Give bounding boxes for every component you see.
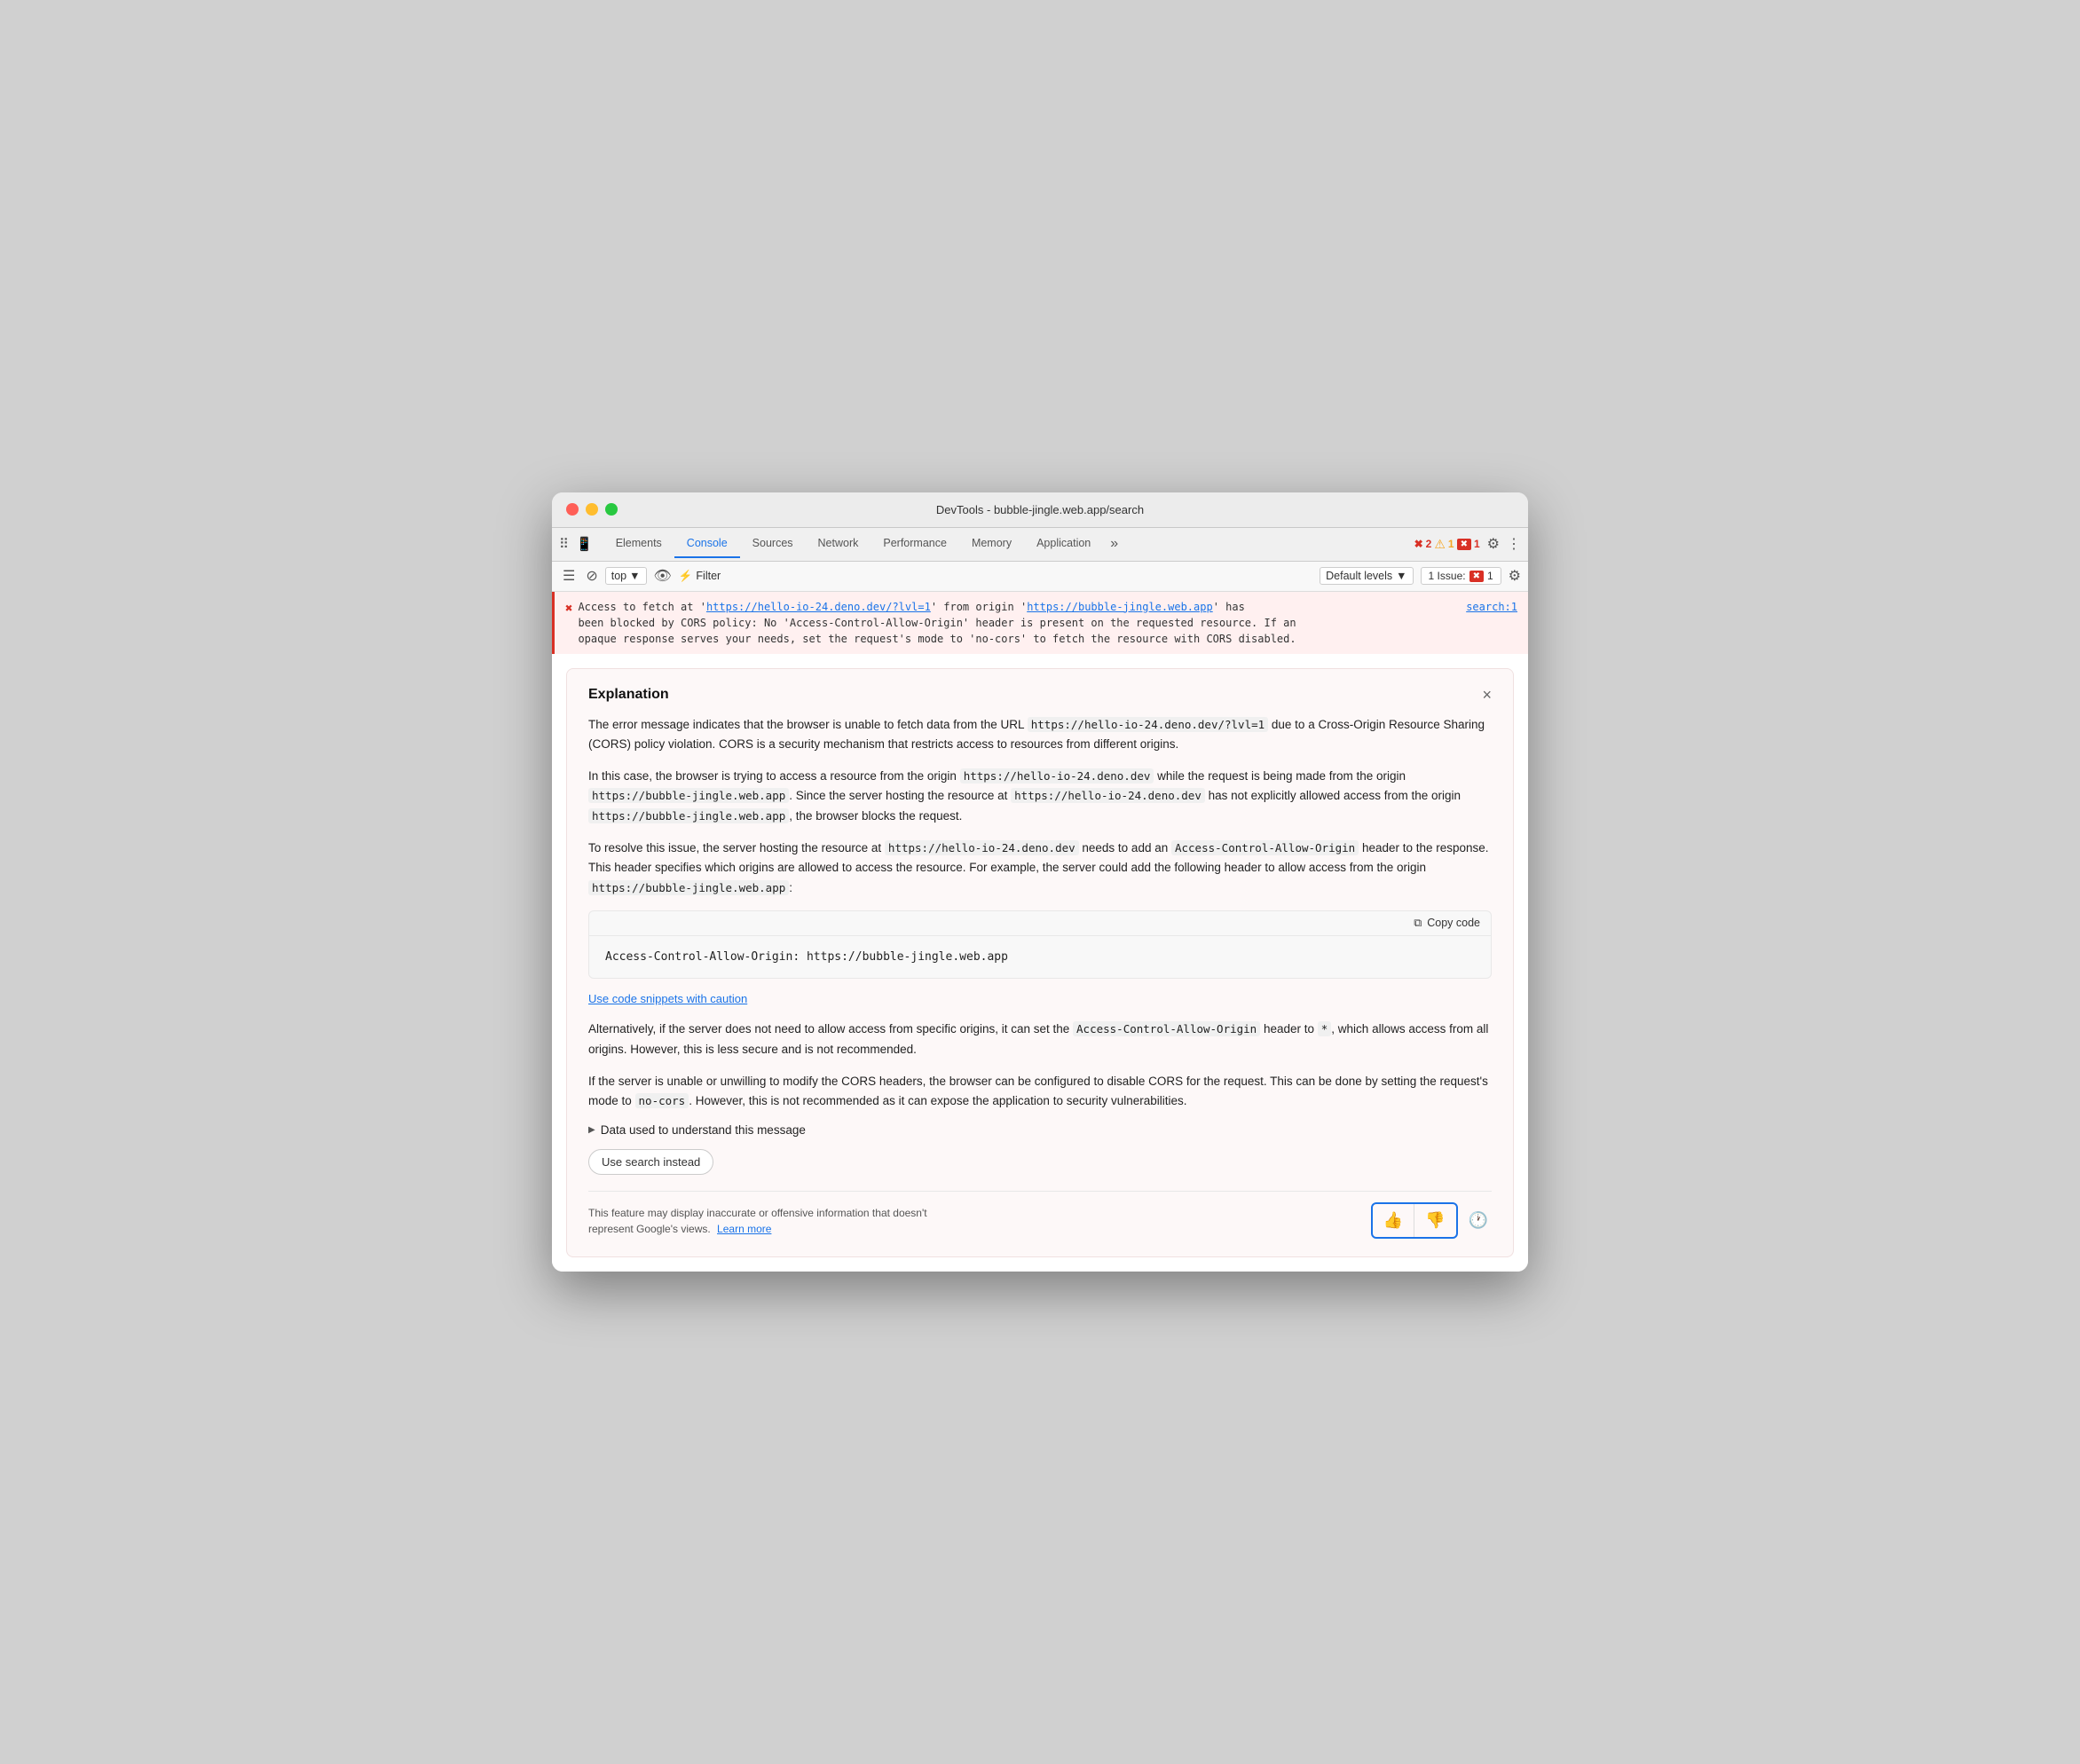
tab-sources[interactable]: Sources xyxy=(740,530,806,558)
explanation-title: Explanation xyxy=(588,687,669,703)
use-search-button[interactable]: Use search instead xyxy=(588,1149,713,1175)
info-icon: 🕐 xyxy=(1469,1211,1488,1229)
tab-elements[interactable]: Elements xyxy=(603,530,674,558)
explanation-para-2: In this case, the browser is trying to a… xyxy=(588,767,1492,826)
tab-network[interactable]: Network xyxy=(806,530,871,558)
window-controls xyxy=(566,503,618,516)
context-dropdown-icon: ▼ xyxy=(629,570,640,582)
explanation-footer: This feature may display inaccurate or o… xyxy=(588,1191,1492,1239)
copy-code-button[interactable]: ⧉ Copy code xyxy=(1414,917,1480,930)
log-levels-dropdown-icon: ▼ xyxy=(1396,570,1406,582)
explanation-para-5: If the server is unable or unwilling to … xyxy=(588,1072,1492,1112)
thumbs-down-icon: 👎 xyxy=(1425,1211,1445,1230)
info-button[interactable]: 🕐 xyxy=(1465,1208,1492,1233)
more-options-icon[interactable]: ⋮ xyxy=(1507,535,1521,553)
warning-count: 1 xyxy=(1448,538,1454,550)
code-content: Access-Control-Allow-Origin: https://bub… xyxy=(605,949,1475,966)
error-source-link[interactable]: search:1 xyxy=(1466,599,1517,615)
error-count: 2 xyxy=(1426,538,1432,550)
explanation-header: Explanation × xyxy=(588,687,1492,703)
error-text-line3: opaque response serves your needs, set t… xyxy=(578,633,1296,645)
maximize-window-button[interactable] xyxy=(605,503,618,516)
warning-icon: ⚠ xyxy=(1434,537,1446,552)
tab-console[interactable]: Console xyxy=(674,530,740,558)
log-levels-selector[interactable]: Default levels ▼ xyxy=(1320,567,1413,585)
tab-memory[interactable]: Memory xyxy=(959,530,1024,558)
devtools-icon-group: ⠿ 📱 xyxy=(559,536,593,552)
copy-icon: ⧉ xyxy=(1414,917,1422,930)
explanation-para-3: To resolve this issue, the server hostin… xyxy=(588,839,1492,898)
context-selector[interactable]: top ▼ xyxy=(605,567,647,585)
title-bar: DevTools - bubble-jingle.web.app/search xyxy=(552,492,1528,528)
error-text-part3: ' has xyxy=(1213,601,1245,613)
explanation-close-button[interactable]: × xyxy=(1482,687,1492,703)
issue-count-label: 1 xyxy=(1487,570,1493,582)
thumbs-down-button[interactable]: 👎 xyxy=(1414,1204,1455,1237)
error-text-part2: ' from origin ' xyxy=(931,601,1027,613)
code-block-body: Access-Control-Allow-Origin: https://bub… xyxy=(589,936,1491,979)
live-expressions-button[interactable]: 👁 xyxy=(654,567,672,585)
inspect-icon[interactable]: ⠿ xyxy=(559,536,569,552)
explanation-panel: Explanation × The error message indicate… xyxy=(566,668,1514,1258)
thumbs-up-button[interactable]: 👍 xyxy=(1373,1204,1414,1237)
caution-link[interactable]: Use code snippets with caution xyxy=(588,992,747,1005)
footer-actions: 👍 👎 🕐 xyxy=(1371,1202,1492,1239)
issue-label: 1 Issue: xyxy=(1429,570,1466,582)
window-title: DevTools - bubble-jingle.web.app/search xyxy=(936,503,1144,516)
device-toolbar-icon[interactable]: 📱 xyxy=(576,536,593,552)
tab-performance[interactable]: Performance xyxy=(871,530,959,558)
issue-icon: ✖ xyxy=(1469,571,1484,582)
error-origin-link[interactable]: https://bubble-jingle.web.app xyxy=(1027,601,1213,613)
data-used-toggle[interactable]: ▶ Data used to understand this message xyxy=(588,1123,1492,1137)
issue-badge-icon: ✖ xyxy=(1457,539,1471,550)
console-content: ✖ Access to fetch at 'https://hello-io-2… xyxy=(552,592,1528,1272)
error-text-line2: been blocked by CORS policy: No 'Access-… xyxy=(578,617,1296,629)
filter-label: Filter xyxy=(696,570,721,582)
feedback-buttons: 👍 👎 xyxy=(1371,1202,1458,1239)
context-label: top xyxy=(611,570,626,582)
copy-code-label: Copy code xyxy=(1427,917,1480,929)
console-toolbar: ☰ ⊘ top ▼ 👁 ⚡ Filter Default levels ▼ 1 … xyxy=(552,562,1528,592)
code-block-header: ⧉ Copy code xyxy=(589,911,1491,936)
console-sidebar-button[interactable]: ☰ xyxy=(559,565,579,587)
data-used-triangle-icon: ▶ xyxy=(588,1125,595,1135)
devtools-window: DevTools - bubble-jingle.web.app/search … xyxy=(552,492,1528,1272)
tab-right-icons: ✖ 2 ⚠ 1 ✖ 1 ⚙ ⋮ xyxy=(1414,535,1521,553)
settings-icon[interactable]: ⚙ xyxy=(1487,535,1500,553)
devtools-tab-bar: ⠿ 📱 Elements Console Sources Network Per… xyxy=(552,528,1528,562)
data-used-label: Data used to understand this message xyxy=(601,1123,806,1137)
console-settings-icon[interactable]: ⚙ xyxy=(1509,567,1521,585)
data-used-section: ▶ Data used to understand this message xyxy=(588,1123,1492,1137)
error-text-part1: Access to fetch at ' xyxy=(578,601,706,613)
tab-list: Elements Console Sources Network Perform… xyxy=(603,530,1414,558)
explanation-para-1: The error message indicates that the bro… xyxy=(588,715,1492,755)
error-url-link[interactable]: https://hello-io-24.deno.dev/?lvl=1 xyxy=(706,601,931,613)
more-tabs-button[interactable]: » xyxy=(1103,532,1125,555)
footer-disclaimer: This feature may display inaccurate or o… xyxy=(588,1205,943,1237)
error-line-icon: ✖ xyxy=(565,600,572,618)
filter-button[interactable]: ⚡ Filter xyxy=(679,570,721,583)
issue-count: 1 xyxy=(1474,538,1480,550)
learn-more-link[interactable]: Learn more xyxy=(717,1223,771,1235)
error-line-text: Access to fetch at 'https://hello-io-24.… xyxy=(578,599,1461,647)
cors-error-line: ✖ Access to fetch at 'https://hello-io-2… xyxy=(552,592,1528,654)
code-block: ⧉ Copy code Access-Control-Allow-Origin:… xyxy=(588,910,1492,980)
minimize-window-button[interactable] xyxy=(586,503,598,516)
error-icon: ✖ xyxy=(1414,538,1423,550)
thumbs-up-icon: 👍 xyxy=(1383,1211,1403,1230)
error-badge: ✖ 2 ⚠ 1 ✖ 1 xyxy=(1414,537,1480,552)
log-levels-label: Default levels xyxy=(1326,570,1392,582)
tab-application[interactable]: Application xyxy=(1024,530,1103,558)
clear-console-button[interactable]: ⊘ xyxy=(586,567,597,585)
issue-count-badge[interactable]: 1 Issue: ✖ 1 xyxy=(1421,567,1501,585)
close-window-button[interactable] xyxy=(566,503,579,516)
explanation-para-4: Alternatively, if the server does not ne… xyxy=(588,1020,1492,1059)
filter-icon: ⚡ xyxy=(679,570,693,583)
